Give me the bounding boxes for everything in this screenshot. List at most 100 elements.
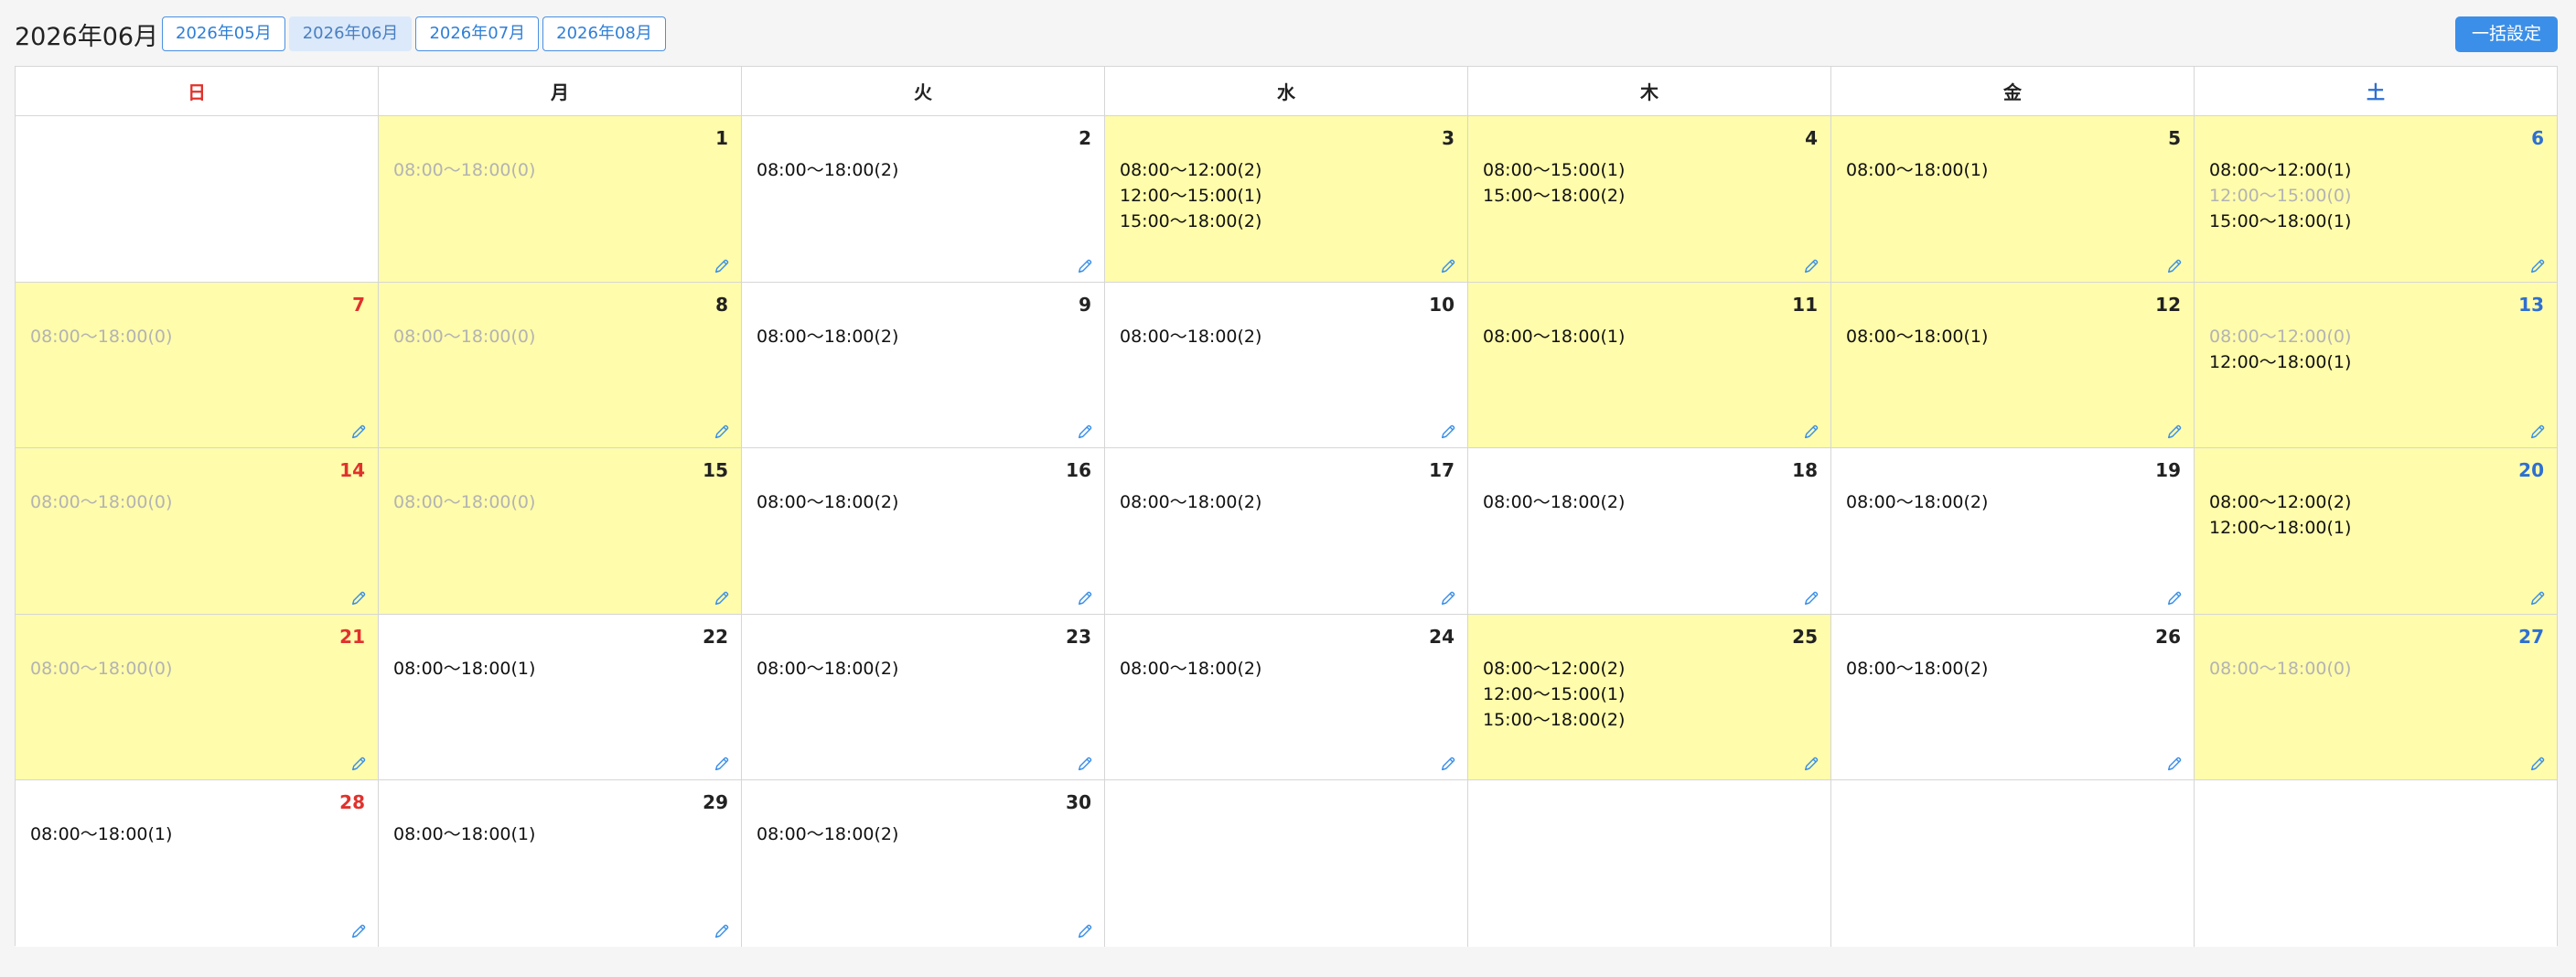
calendar-day-28[interactable]: 28 08:00〜18:00(1) xyxy=(16,780,378,947)
calendar-day-18[interactable]: 18 08:00〜18:00(2) xyxy=(1467,448,1830,614)
calendar-day-19[interactable]: 19 08:00〜18:00(2) xyxy=(1830,448,2194,614)
pencil-icon[interactable] xyxy=(1077,424,1093,440)
time-slot: 08:00〜18:00(2) xyxy=(1483,492,1626,513)
time-slot-list: 08:00〜18:00(0) xyxy=(393,324,535,349)
pencil-icon[interactable] xyxy=(350,756,367,772)
time-slot-list: 08:00〜12:00(2) 12:00〜15:00(1) 15:00〜18:00(… xyxy=(1120,157,1261,234)
calendar-day-24[interactable]: 24 08:00〜18:00(2) xyxy=(1104,614,1467,780)
calendar-day-30[interactable]: 30 08:00〜18:00(2) xyxy=(741,780,1104,947)
pencil-icon[interactable] xyxy=(714,590,730,607)
weekday-tuesday: 火 xyxy=(741,67,1104,115)
time-slot: 08:00〜18:00(0) xyxy=(2209,658,2352,679)
pencil-icon[interactable] xyxy=(2166,258,2183,274)
calendar-day-22[interactable]: 22 08:00〜18:00(1) xyxy=(378,614,741,780)
time-slot: 08:00〜18:00(2) xyxy=(1846,658,1989,679)
calendar-day-15[interactable]: 15 08:00〜18:00(0) xyxy=(378,448,741,614)
pencil-icon[interactable] xyxy=(1440,424,1456,440)
pencil-icon[interactable] xyxy=(1077,590,1093,607)
month-button-2026-05[interactable]: 2026年05月 xyxy=(162,16,285,51)
pencil-icon[interactable] xyxy=(1803,258,1819,274)
pencil-icon[interactable] xyxy=(2529,424,2546,440)
pencil-icon[interactable] xyxy=(1077,923,1093,939)
pencil-icon[interactable] xyxy=(714,923,730,939)
pencil-icon[interactable] xyxy=(2529,258,2546,274)
time-slot-list: 08:00〜18:00(2) xyxy=(1120,656,1261,682)
pencil-icon[interactable] xyxy=(2166,424,2183,440)
calendar-day-3[interactable]: 3 08:00〜12:00(2) 12:00〜15:00(1) 15:00〜18:00… xyxy=(1104,116,1467,282)
time-slot: 08:00〜18:00(2) xyxy=(1846,492,1989,513)
calendar-day-27[interactable]: 27 08:00〜18:00(0) xyxy=(2194,614,2557,780)
pencil-icon[interactable] xyxy=(1440,258,1456,274)
time-slot-list: 08:00〜18:00(2) xyxy=(1120,489,1261,515)
time-slot-list: 08:00〜18:00(0) xyxy=(30,489,172,515)
time-slot-list: 08:00〜18:00(1) xyxy=(393,821,535,847)
time-slot-list: 08:00〜18:00(2) xyxy=(757,821,898,847)
time-slot: 08:00〜12:00(2) xyxy=(2209,492,2352,513)
month-button-2026-08[interactable]: 2026年08月 xyxy=(542,16,666,51)
calendar-day-16[interactable]: 16 08:00〜18:00(2) xyxy=(741,448,1104,614)
month-button-2026-07[interactable]: 2026年07月 xyxy=(415,16,540,51)
day-number: 20 xyxy=(2518,459,2544,482)
calendar-day-13[interactable]: 13 08:00〜12:00(0) 12:00〜18:00(1) xyxy=(2194,282,2557,448)
pencil-icon[interactable] xyxy=(1077,756,1093,772)
time-slot: 08:00〜18:00(2) xyxy=(757,326,899,347)
time-slot: 08:00〜18:00(0) xyxy=(393,492,536,513)
pencil-icon[interactable] xyxy=(1803,590,1819,607)
pencil-icon[interactable] xyxy=(2166,756,2183,772)
pencil-icon[interactable] xyxy=(2529,590,2546,607)
pencil-icon[interactable] xyxy=(714,258,730,274)
day-number: 9 xyxy=(1079,293,1091,316)
calendar-day-29[interactable]: 29 08:00〜18:00(1) xyxy=(378,780,741,947)
calendar-empty-cell xyxy=(2194,780,2557,947)
bulk-settings-button[interactable]: 一括設定 xyxy=(2454,16,2558,52)
day-number: 16 xyxy=(1066,459,1091,482)
pencil-icon[interactable] xyxy=(714,756,730,772)
calendar-day-25[interactable]: 25 08:00〜12:00(2) 12:00〜15:00(1) 15:00〜18:0… xyxy=(1467,614,1830,780)
pencil-icon[interactable] xyxy=(350,923,367,939)
day-number: 18 xyxy=(1792,459,1818,482)
pencil-icon[interactable] xyxy=(1803,424,1819,440)
pencil-icon[interactable] xyxy=(714,424,730,440)
pencil-icon[interactable] xyxy=(350,424,367,440)
pencil-icon[interactable] xyxy=(1803,756,1819,772)
calendar-day-23[interactable]: 23 08:00〜18:00(2) xyxy=(741,614,1104,780)
calendar-day-11[interactable]: 11 08:00〜18:00(1) xyxy=(1467,282,1830,448)
pencil-icon[interactable] xyxy=(1440,590,1456,607)
pencil-icon[interactable] xyxy=(1440,756,1456,772)
calendar-day-10[interactable]: 10 08:00〜18:00(2) xyxy=(1104,282,1467,448)
calendar-week: 14 08:00〜18:00(0) 15 08:00〜18:00(0) 16 08:00〜… xyxy=(16,448,2557,615)
time-slot-list: 08:00〜18:00(0) xyxy=(30,324,172,349)
pencil-icon[interactable] xyxy=(2166,590,2183,607)
month-button-2026-06[interactable]: 2026年06月 xyxy=(288,16,413,51)
calendar-day-5[interactable]: 5 08:00〜18:00(1) xyxy=(1830,116,2194,282)
time-slot: 08:00〜18:00(1) xyxy=(393,658,536,679)
calendar-day-20[interactable]: 20 08:00〜12:00(2) 12:00〜18:00(1) xyxy=(2194,448,2557,614)
calendar-day-6[interactable]: 6 08:00〜12:00(1) 12:00〜15:00(0) 15:00〜18:00… xyxy=(2194,116,2557,282)
calendar-day-8[interactable]: 8 08:00〜18:00(0) xyxy=(378,282,741,448)
time-slot-list: 08:00〜18:00(0) xyxy=(393,489,535,515)
pencil-icon[interactable] xyxy=(350,590,367,607)
calendar-day-17[interactable]: 17 08:00〜18:00(2) xyxy=(1104,448,1467,614)
calendar-day-4[interactable]: 4 08:00〜15:00(1) 15:00〜18:00(2) xyxy=(1467,116,1830,282)
calendar-day-14[interactable]: 14 08:00〜18:00(0) xyxy=(16,448,378,614)
calendar-day-7[interactable]: 7 08:00〜18:00(0) xyxy=(16,282,378,448)
pencil-icon[interactable] xyxy=(1077,258,1093,274)
day-number: 14 xyxy=(339,459,365,482)
calendar-day-12[interactable]: 12 08:00〜18:00(1) xyxy=(1830,282,2194,448)
day-number: 8 xyxy=(715,293,728,316)
time-slot: 12:00〜18:00(1) xyxy=(2209,518,2352,539)
pencil-icon[interactable] xyxy=(2529,756,2546,772)
weekday-wednesday: 水 xyxy=(1104,67,1467,115)
calendar-day-2[interactable]: 2 08:00〜18:00(2) xyxy=(741,116,1104,282)
time-slot: 12:00〜15:00(1) xyxy=(1120,186,1262,206)
time-slot: 08:00〜15:00(1) xyxy=(1483,160,1626,180)
time-slot: 12:00〜18:00(1) xyxy=(2209,351,2352,372)
calendar-day-1[interactable]: 1 08:00〜18:00(0) xyxy=(378,116,741,282)
day-number: 12 xyxy=(2155,293,2181,316)
time-slot-list: 08:00〜18:00(2) xyxy=(1846,489,1988,515)
time-slot: 08:00〜18:00(2) xyxy=(757,824,899,845)
day-number: 1 xyxy=(715,127,728,149)
calendar-day-21[interactable]: 21 08:00〜18:00(0) xyxy=(16,614,378,780)
calendar-day-9[interactable]: 9 08:00〜18:00(2) xyxy=(741,282,1104,448)
calendar-day-26[interactable]: 26 08:00〜18:00(2) xyxy=(1830,614,2194,780)
